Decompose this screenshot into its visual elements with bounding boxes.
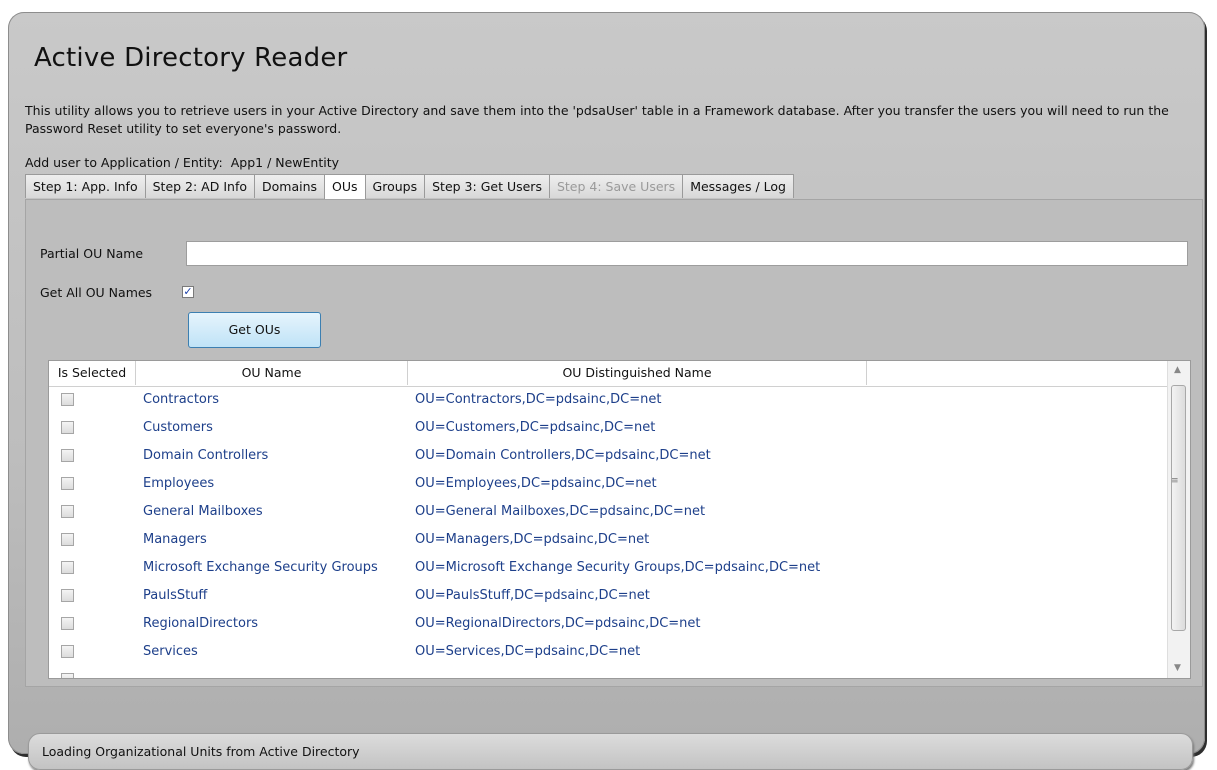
ou-dn-cell: OU=Customers,DC=pdsainc,DC=net (415, 420, 656, 435)
ou-name-cell: PaulsStuff (143, 588, 208, 603)
table-row[interactable]: RegionalDirectors OU=RegionalDirectors,DC… (49, 610, 1167, 638)
scroll-down-icon[interactable]: ▼ (1174, 663, 1181, 673)
table-row[interactable]: Customers OU=Customers,DC=pdsainc,DC=net (49, 414, 1167, 442)
partial-ou-label: Partial OU Name (40, 246, 144, 261)
entity-value: App1 / NewEntity (230, 155, 340, 170)
ou-name-cell: Customers (143, 420, 213, 435)
ou-name-cell: Contractors (143, 392, 219, 407)
scroll-up-icon[interactable]: ▲ (1174, 365, 1181, 375)
ou-name-cell: Managers (143, 532, 207, 547)
table-row[interactable]: Employees OU=Employees,DC=pdsainc,DC=net (49, 470, 1167, 498)
row-checkbox[interactable] (61, 393, 74, 406)
ou-dn-cell: OU=Services,DC=pdsainc,DC=net (415, 644, 641, 659)
ou-name-cell: Microsoft Exchange Security Groups (143, 560, 378, 575)
description-text: This utility allows you to retrieve user… (25, 103, 1169, 136)
tab-ous[interactable]: OUs (324, 174, 366, 200)
row-checkbox[interactable] (61, 505, 74, 518)
scroll-thumb[interactable] (1171, 385, 1186, 631)
ou-name-cell: Services (143, 644, 198, 659)
ou-name-cell: Employees (143, 476, 215, 491)
tab-domains[interactable]: Domains (254, 174, 326, 198)
row-checkbox[interactable] (61, 673, 74, 678)
ou-name-cell: RegionalDirectors (143, 616, 259, 631)
ou-name-cell: Domain Controllers (143, 448, 269, 463)
ou-name-cell: General Mailboxes (143, 504, 263, 519)
grid-rows: Contractors OU=Contractors,DC=pdsainc,DC=… (49, 386, 1167, 678)
get-all-ou-label: Get All OU Names (40, 285, 153, 300)
get-ous-button[interactable]: Get OUs (188, 312, 321, 348)
row-checkbox[interactable] (61, 449, 74, 462)
row-checkbox[interactable] (61, 561, 74, 574)
tab-messages-log[interactable]: Messages / Log (682, 174, 794, 198)
table-row[interactable]: General Mailboxes OU=General Mailboxes,DC… (49, 498, 1167, 526)
row-checkbox[interactable] (61, 421, 74, 434)
col-ou-dn[interactable]: OU Distinguished Name (408, 361, 867, 385)
table-row[interactable]: Microsoft Exchange Security Groups OU=Mic… (49, 554, 1167, 582)
get-all-ou-checkbox[interactable]: ✓ (182, 286, 194, 298)
ou-dn-cell: OU=General Mailboxes,DC=pdsainc,DC=net (415, 504, 706, 519)
ou-dn-cell: OU=PaulsStuff,DC=pdsainc,DC=net (415, 588, 650, 603)
table-row[interactable]: Domain Controllers OU=Domain Controllers,… (49, 442, 1167, 470)
col-ou-name[interactable]: OU Name (136, 361, 408, 385)
row-checkbox[interactable] (61, 477, 74, 490)
ou-dn-cell: OU=Employees,DC=pdsainc,DC=net (415, 476, 657, 491)
tab-step3-get-users[interactable]: Step 3: Get Users (424, 174, 550, 198)
table-row-partial[interactable] (49, 666, 1167, 678)
status-bar: Loading Organizational Units from Active… (28, 733, 1193, 770)
vertical-scrollbar[interactable]: ▲ ≡ ▼ (1167, 361, 1190, 678)
partial-ou-input[interactable] (186, 241, 1188, 266)
table-row[interactable]: Contractors OU=Contractors,DC=pdsainc,DC=… (49, 386, 1167, 414)
entity-line: Add user to Application / Entity: App1 / … (25, 155, 339, 170)
ou-dn-cell: OU=RegionalDirectors,DC=pdsainc,DC=net (415, 616, 701, 631)
row-checkbox[interactable] (61, 533, 74, 546)
tab-step2-ad-info[interactable]: Step 2: AD Info (144, 174, 255, 198)
ou-dn-cell: OU=Microsoft Exchange Security Groups,DC… (415, 560, 821, 575)
ou-dn-cell: OU=Managers,DC=pdsainc,DC=net (415, 532, 650, 547)
ou-dn-cell: OU=Domain Controllers,DC=pdsainc,DC=net (415, 448, 711, 463)
table-row[interactable]: Services OU=Services,DC=pdsainc,DC=net (49, 638, 1167, 666)
tab-groups[interactable]: Groups (364, 174, 426, 198)
tab-strip: Step 1: App. Info Step 2: AD Info Domain… (25, 174, 794, 200)
app-window: Active Directory Reader This utility all… (8, 12, 1205, 770)
row-checkbox[interactable] (61, 645, 74, 658)
ous-panel: Partial OU Name Get All OU Names ✓ Get O… (25, 199, 1203, 687)
row-checkbox[interactable] (61, 589, 74, 602)
grid-header: Is Selected OU Name OU Distinguished Nam… (49, 361, 1167, 387)
tab-step1-app-info[interactable]: Step 1: App. Info (25, 174, 146, 198)
entity-label: Add user to Application / Entity: (25, 155, 223, 170)
scroll-grip-icon: ≡ (1171, 476, 1179, 486)
ou-dn-cell: OU=Contractors,DC=pdsainc,DC=net (415, 392, 662, 407)
row-checkbox[interactable] (61, 617, 74, 630)
page-title: Active Directory Reader (34, 43, 348, 73)
table-row[interactable]: PaulsStuff OU=PaulsStuff,DC=pdsainc,DC=ne… (49, 582, 1167, 610)
tab-step4-save-users: Step 4: Save Users (548, 174, 684, 198)
table-row[interactable]: Managers OU=Managers,DC=pdsainc,DC=net (49, 526, 1167, 554)
ou-grid: Is Selected OU Name OU Distinguished Nam… (48, 360, 1191, 679)
col-is-selected[interactable]: Is Selected (49, 361, 136, 385)
